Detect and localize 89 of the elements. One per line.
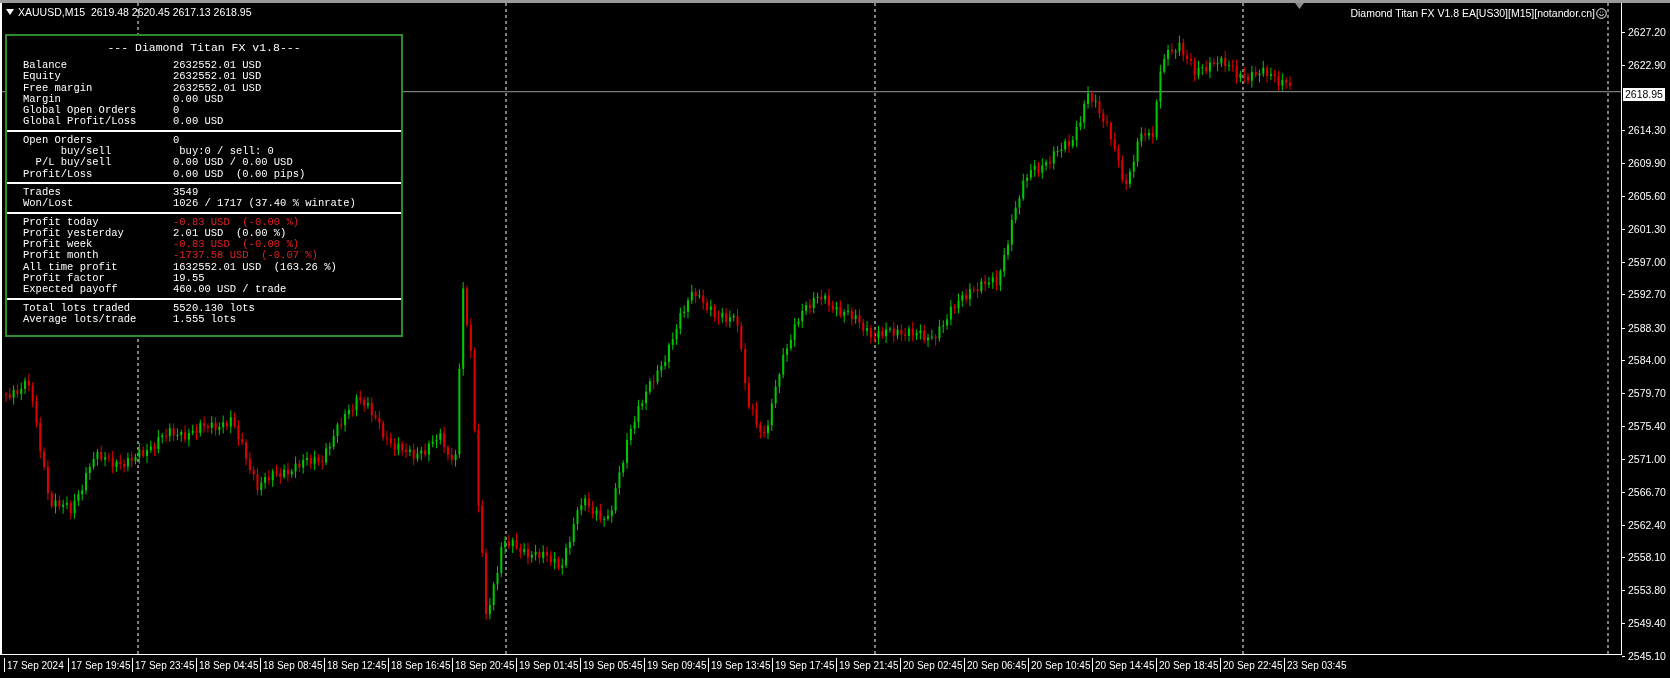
stat-value: 3549 [173, 186, 199, 199]
time-label: 18 Sep 08:45 [260, 658, 324, 672]
stat-value: 2.01 USD (0.00 %) [173, 227, 287, 239]
time-label: 17 Sep 2024 [4, 658, 68, 672]
stat-value: 2632552.01 USD [173, 71, 262, 83]
stat-value: 1.555 lots [173, 313, 236, 326]
price-label: 2605.60 [1622, 189, 1666, 204]
stat-value: 0.00 USD [173, 93, 224, 106]
time-label: 18 Sep 16:45 [388, 658, 452, 672]
stat-value: -1737.58 USD (-0.07 %) [173, 250, 318, 262]
time-label: 23 Sep 03:45 [1284, 658, 1348, 672]
price-label: 2571.00 [1622, 452, 1666, 467]
stat-value: 5520.130 lots [173, 302, 255, 314]
time-label: 20 Sep 06:45 [964, 658, 1028, 672]
stat-label: Profit week [22, 239, 93, 251]
time-label: 19 Sep 17:45 [772, 658, 836, 672]
current-price-label: 2618.95 [1623, 87, 1665, 101]
price-label: 2627.20 [1622, 25, 1666, 39]
stat-label: Balance [22, 60, 69, 71]
stat-label: buy/sell [59, 146, 113, 158]
stat-label: Global Open Orders [22, 105, 138, 117]
stat-label: Total lots traded [22, 302, 132, 314]
price-label: 2566.70 [1622, 484, 1666, 499]
smiley-icon[interactable] [1596, 7, 1607, 19]
stat-value: -0.83 USD (-0.00 %) [173, 216, 300, 228]
time-label: 19 Sep 09:45 [644, 658, 708, 672]
stat-label: Free margin [22, 82, 94, 94]
stat-value: 1632552.01 USD (163.26 %) [173, 261, 337, 274]
time-label: 19 Sep 01:45 [516, 658, 580, 672]
price-label: 2579.70 [1622, 386, 1666, 400]
stat-label: Average lots/trade [22, 313, 138, 326]
stat-label: Profit yesterday [22, 227, 125, 239]
price-label: 2549.40 [1622, 616, 1666, 631]
stat-value: 460.00 USD / trade [173, 284, 287, 296]
stat-value: 2632552.01 USD [173, 60, 262, 72]
stat-label: Profit month [22, 250, 100, 262]
stat-label: Profit factor [22, 273, 105, 285]
stat-label: Equity [22, 71, 62, 83]
stat-value: 2632552.01 USD [173, 82, 262, 94]
time-label: 18 Sep 04:45 [196, 658, 260, 672]
price-label: 2622.90 [1622, 57, 1666, 72]
stat-label: Open Orders [22, 134, 94, 146]
time-label: 17 Sep 19:45 [68, 658, 132, 672]
price-label: 2592.70 [1622, 287, 1666, 302]
stat-label: Won/Lost [22, 198, 75, 210]
stat-value: 0.00 USD [173, 116, 224, 128]
stat-value: 1026 / 1717 (37.40 % winrate) [173, 198, 356, 210]
time-label: 20 Sep 14:45 [1092, 658, 1156, 672]
price-label: 2597.00 [1622, 254, 1666, 269]
time-label: 20 Sep 02:45 [900, 658, 964, 672]
stat-label: P/L buy/sell [34, 157, 113, 169]
expert-advisor-label: Diamond Titan FX V1.8 EA[US30][M15][notandor.cn] [1350, 7, 1595, 19]
stat-value: buy:0 / sell: 0 [178, 146, 274, 158]
price-label: 2575.40 [1622, 418, 1666, 433]
time-label: 19 Sep 05:45 [580, 658, 644, 672]
stat-value: 0 [173, 134, 180, 147]
time-label: 18 Sep 12:45 [324, 658, 388, 672]
price-label: 2609.90 [1622, 156, 1666, 171]
stat-value: -0.83 USD (-0.00 %) [173, 239, 300, 251]
shift-marker-icon[interactable] [1295, 3, 1304, 9]
stat-label: Global Profit/Loss [22, 116, 138, 128]
price-label: 2562.40 [1622, 517, 1666, 532]
stat-label: Expected payoff [22, 284, 119, 296]
price-label: 2558.10 [1622, 550, 1666, 565]
time-label: 20 Sep 10:45 [1028, 658, 1092, 672]
stat-value: 19.55 [173, 273, 205, 285]
time-label: 18 Sep 20:45 [452, 658, 516, 672]
price-label: 2545.10 [1622, 649, 1666, 663]
stat-label: All time profit [22, 261, 119, 273]
panel-title: --- Diamond Titan FX v1.8--- [106, 40, 302, 56]
stat-label: Trades [22, 186, 62, 198]
stat-label: Margin [22, 93, 61, 106]
dropdown-icon[interactable] [6, 9, 14, 15]
stat-value: 0.00 USD / 0.00 USD [173, 157, 293, 169]
time-label: 19 Sep 13:45 [708, 658, 772, 672]
stat-value: 0.00 USD (0.00 pips) [173, 168, 306, 180]
price-label: 2588.30 [1622, 320, 1666, 335]
price-label: 2553.80 [1622, 582, 1666, 597]
price-label: 2584.00 [1622, 353, 1666, 368]
time-label: 17 Sep 23:45 [132, 658, 196, 672]
stat-value: 0 [173, 105, 180, 117]
stat-label: Profit today [22, 216, 100, 228]
price-label: 2601.30 [1622, 221, 1666, 236]
time-label: 20 Sep 22:45 [1220, 658, 1284, 672]
symbol-header: XAUUSD,M15 2619.48 2620.45 2617.13 2618.95 [18, 6, 252, 18]
price-label: 2614.30 [1622, 123, 1666, 138]
time-label: 19 Sep 21:45 [836, 658, 900, 672]
time-label: 20 Sep 18:45 [1156, 658, 1220, 672]
stat-label: Profit/Loss [22, 168, 94, 180]
